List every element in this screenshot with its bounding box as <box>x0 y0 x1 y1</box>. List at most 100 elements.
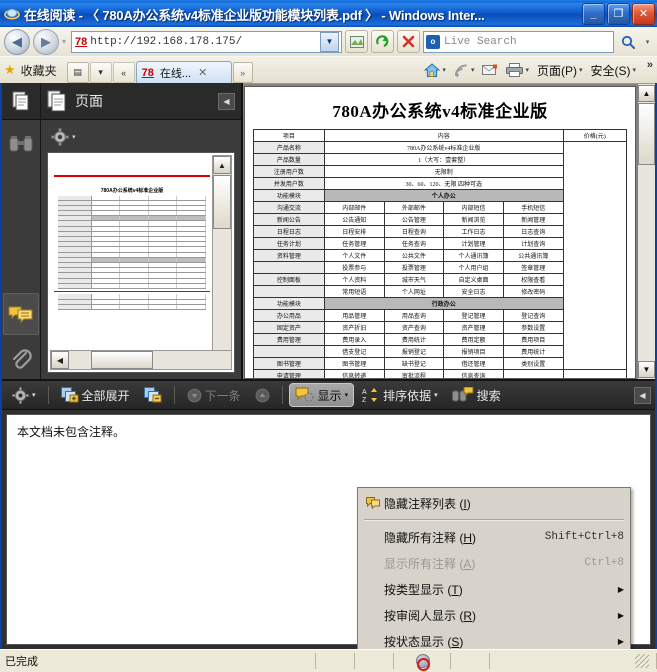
tab-list-caret-icon[interactable]: ▾ <box>89 62 112 83</box>
menu-item-hide-comment-list[interactable]: 隐藏注释列表 (I) <box>358 490 630 516</box>
favorites-star-icon[interactable]: ★ <box>4 62 16 78</box>
browser-tab[interactable]: 78 在线... ✕ <box>135 61 232 83</box>
search-provider-caret-icon[interactable]: ▾ <box>642 38 653 46</box>
thumbnail-scroll-up-button[interactable]: ▲ <box>213 156 231 174</box>
search-comments-button[interactable]: 搜索 <box>446 383 507 407</box>
print-button[interactable]: ▾ <box>503 60 532 80</box>
pages-panel-options[interactable]: ▾ <box>51 128 235 146</box>
thumb-rule-bottom <box>54 290 210 293</box>
thumbnail-vertical-scrollbar[interactable]: ▲ <box>212 155 232 352</box>
pages-panel-collapse-button[interactable]: ◀ <box>218 92 235 110</box>
tabs-scroll-right-icon[interactable]: » <box>232 62 253 83</box>
comments-pane-collapse-button[interactable]: ◀ <box>634 386 651 404</box>
row-cell: 内部邮件 <box>323 201 385 214</box>
thumbnail-scroll-thumb[interactable] <box>213 175 231 229</box>
stop-button[interactable] <box>397 30 420 53</box>
tab-label: 在线... <box>159 67 192 80</box>
show-menu-caret-icon[interactable]: ▾ <box>345 391 349 399</box>
recent-pages-caret-icon[interactable]: ▾ <box>62 37 66 46</box>
safety-menu-caret-icon[interactable]: ▾ <box>632 66 636 74</box>
print-caret-icon[interactable]: ▾ <box>525 66 529 74</box>
safety-menu-button[interactable]: 安全(S) ▾ <box>587 60 639 80</box>
forward-button[interactable]: ▶ <box>33 28 59 55</box>
row-band: 个人办公 <box>323 189 564 202</box>
previous-comment-button[interactable] <box>249 383 276 407</box>
compatibility-view-button[interactable] <box>345 30 368 53</box>
row-cell: 计划管理 <box>443 237 504 250</box>
next-comment-button[interactable]: 下一条 <box>181 383 247 407</box>
menu-item-show-by-type[interactable]: 按类型显示 (T) ▶ <box>358 576 630 602</box>
menu-item-shortcut: Shift+Ctrl+8 <box>544 531 624 543</box>
pdf-page[interactable]: 780A办公系统v4标准企业版 项目 内容 价格(元) 产品名称 780A办公系统… <box>244 86 636 379</box>
row-cell: 个人网址 <box>383 285 445 298</box>
expand-all-button[interactable]: 全部展开 <box>55 383 136 407</box>
page-menu-button[interactable]: 页面(P) ▾ <box>534 60 586 80</box>
row-cell: 信息转递 <box>323 369 385 378</box>
search-input[interactable]: Live Search <box>444 36 517 48</box>
comments-toolbar: ▾ 全部展开 下一条 显示 ▾ A Z 排序依据 ▾ 搜索 ◀ <box>2 381 655 410</box>
collapse-all-button[interactable] <box>138 383 168 407</box>
address-bar[interactable]: 78 http://192.168.178.175/ ▼ <box>71 30 342 53</box>
comments-panel-button[interactable] <box>3 293 39 335</box>
attachments-panel-button[interactable] <box>4 339 38 379</box>
back-button[interactable]: ◀ <box>4 28 30 55</box>
row-price <box>562 141 628 370</box>
menu-item-label: 隐藏注释列表 (I) <box>384 496 471 511</box>
menu-item-show-by-status[interactable]: 按状态显示 (S) ▶ <box>358 628 630 649</box>
feeds-button[interactable]: ▾ <box>451 60 478 80</box>
pages-options-caret-icon[interactable]: ▾ <box>72 133 76 141</box>
mail-button[interactable] <box>479 60 501 80</box>
tab-close-icon[interactable]: ✕ <box>198 66 207 79</box>
page-menu-label: 页面(P) <box>536 63 577 78</box>
pdf-scroll-thumb[interactable] <box>638 103 655 165</box>
maximize-button[interactable]: ❐ <box>607 3 630 25</box>
thumbnail-hscroll-thumb[interactable] <box>91 351 153 369</box>
live-search-provider-icon: o <box>426 34 440 49</box>
sort-by-caret-icon[interactable]: ▾ <box>434 391 438 399</box>
thumbnail-area: 780A办公系统v4标准企业版 ▲ ◀ <box>47 152 235 373</box>
row-label: 任务计划 <box>253 237 325 250</box>
close-button[interactable]: ✕ <box>632 3 655 25</box>
header-price: 价格(元) <box>562 129 628 142</box>
pages-icon[interactable] <box>10 90 32 112</box>
page-menu-caret-icon[interactable]: ▾ <box>579 66 583 74</box>
tabs-scroll-left-icon[interactable]: « <box>112 62 135 83</box>
rail-pages-header <box>2 83 40 120</box>
comment-options-button[interactable]: ▾ <box>6 383 42 407</box>
home-button[interactable]: ▾ <box>421 60 449 80</box>
show-dropdown-menu[interactable]: 隐藏注释列表 (I) 隐藏所有注释 (H) Shift+Ctrl+8 显示所有注… <box>357 487 631 649</box>
pdf-vertical-scrollbar[interactable]: ▲ ▼ <box>637 84 655 379</box>
page-thumbnail[interactable]: 780A办公系统v4标准企业版 <box>52 157 212 350</box>
home-caret-icon[interactable]: ▾ <box>442 66 446 74</box>
search-box[interactable]: o Live Search <box>423 30 614 53</box>
quick-tabs-button[interactable]: ▤ <box>66 62 89 83</box>
search-submit-icon[interactable] <box>617 32 639 52</box>
comment-options-caret-icon[interactable]: ▾ <box>32 391 36 399</box>
resize-grip-icon[interactable] <box>635 654 649 668</box>
menu-item-hide-all-comments[interactable]: 隐藏所有注释 (H) Shift+Ctrl+8 <box>358 524 630 550</box>
command-bar-overflow-icon[interactable]: » <box>647 59 653 71</box>
zoom-level-cell[interactable] <box>490 653 657 669</box>
previous-comment-icon <box>255 388 270 403</box>
security-zone-indicator[interactable] <box>394 653 451 671</box>
menu-item-show-by-reviewer[interactable]: 按审阅人显示 (R) ▶ <box>358 602 630 628</box>
row-cell: 日程安排 <box>323 225 385 238</box>
minimize-button[interactable]: _ <box>582 3 605 25</box>
search-panel-button[interactable] <box>4 124 38 164</box>
favorites-label[interactable]: 收藏夹 <box>21 62 57 79</box>
row-span: 780A办公系统v4标准企业版 <box>323 141 564 154</box>
refresh-button[interactable] <box>371 30 394 53</box>
address-dropdown-icon[interactable]: ▼ <box>320 31 339 52</box>
show-menu-button[interactable]: 显示 ▾ <box>288 383 355 407</box>
thumbnail-scroll-left-button[interactable]: ◀ <box>51 351 69 369</box>
comment-icon <box>362 497 384 509</box>
address-input[interactable]: http://192.168.178.175/ <box>90 36 320 48</box>
pdf-scroll-up-button[interactable]: ▲ <box>638 85 655 102</box>
pdf-page-scroll-area[interactable]: 780A办公系统v4标准企业版 项目 内容 价格(元) 产品名称 780A办公系统… <box>243 84 637 379</box>
thumbnail-horizontal-scrollbar[interactable]: ◀ <box>50 350 232 370</box>
pdf-table-body: 项目 内容 价格(元) 产品名称 780A办公系统v4标准企业版 产品数量 1（大写… <box>253 129 628 378</box>
pdf-scroll-down-button[interactable]: ▼ <box>638 361 655 378</box>
thumbnail-container[interactable]: 780A办公系统v4标准企业版 ▲ ◀ <box>47 152 235 373</box>
sort-by-button[interactable]: A Z 排序依据 ▾ <box>356 383 444 407</box>
feeds-caret-icon[interactable]: ▾ <box>471 66 475 74</box>
